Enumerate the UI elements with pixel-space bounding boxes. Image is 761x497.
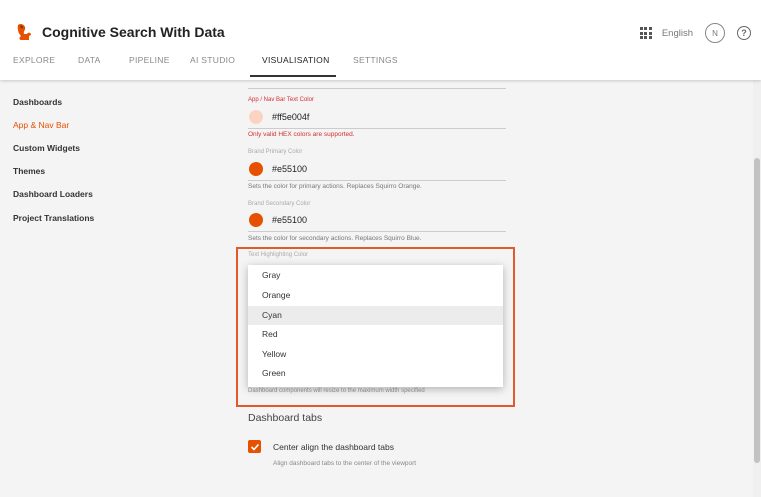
field-underline [248, 88, 506, 89]
settings-sidebar: Dashboards App & Nav Bar Custom Widgets … [0, 80, 235, 497]
center-tabs-helper: Align dashboard tabs to the center of th… [273, 460, 417, 467]
app-title: Cognitive Search With Data [42, 24, 225, 40]
active-tab-indicator [250, 75, 336, 77]
apps-grid-icon[interactable] [639, 27, 652, 39]
brand-primary-field[interactable]: #e55100 [248, 159, 506, 181]
tab-data[interactable]: DATA [78, 55, 101, 65]
width-helper: Dashboard components will resize to the … [248, 388, 425, 394]
color-swatch[interactable] [249, 110, 263, 124]
dashboard-tabs-heading: Dashboard tabs [248, 412, 323, 424]
checkmark-icon [250, 443, 259, 451]
nav-text-color-value[interactable]: #ff5e004f [272, 112, 309, 122]
top-bar: Cognitive Search With Data English N ? E… [0, 0, 761, 80]
brand-primary-helper: Sets the color for primary actions. Repl… [248, 183, 422, 190]
sidebar-item-custom-widgets[interactable]: Custom Widgets [13, 143, 80, 153]
sidebar-item-dashboard-loaders[interactable]: Dashboard Loaders [13, 189, 93, 199]
tab-visualisation[interactable]: VISUALISATION [262, 55, 330, 65]
center-tabs-label[interactable]: Center align the dashboard tabs [273, 442, 394, 452]
language-selector[interactable]: English [662, 28, 693, 39]
tab-pipeline[interactable]: PIPELINE [129, 55, 170, 65]
brand-secondary-helper: Sets the color for secondary actions. Re… [248, 235, 422, 242]
avatar[interactable]: N [705, 23, 725, 43]
help-icon[interactable]: ? [737, 26, 751, 40]
highlight-color-dropdown: Gray Orange Cyan Red Yellow Green [248, 265, 503, 387]
color-swatch[interactable] [249, 162, 263, 176]
dropdown-option-yellow[interactable]: Yellow [248, 345, 503, 365]
dropdown-option-green[interactable]: Green [248, 364, 503, 384]
brand-secondary-field[interactable]: #e55100 [248, 210, 506, 232]
brand-secondary-value[interactable]: #e55100 [272, 215, 307, 225]
text-highlighting-label: Text Highlighting Color [248, 252, 309, 258]
header-tools: English N ? [639, 22, 751, 44]
color-swatch[interactable] [249, 213, 263, 227]
page-scrollbar[interactable] [753, 80, 761, 497]
sidebar-item-app-nav-bar[interactable]: App & Nav Bar [13, 120, 69, 130]
squirrel-logo-icon[interactable] [14, 22, 34, 42]
tab-settings[interactable]: SETTINGS [353, 55, 398, 65]
nav-text-color-label: App / Nav Bar Text Color [248, 97, 314, 103]
brand-secondary-label: Brand Secondary Color [248, 201, 311, 207]
nav-text-color-field[interactable]: #ff5e004f [248, 107, 506, 129]
brand-primary-label: Brand Primary Color [248, 149, 303, 155]
tab-ai-studio[interactable]: AI STUDIO [190, 55, 235, 65]
scrollbar-thumb[interactable] [754, 158, 760, 463]
dropdown-option-orange[interactable]: Orange [248, 286, 503, 306]
dropdown-option-cyan[interactable]: Cyan [248, 305, 503, 325]
center-tabs-checkbox[interactable] [248, 440, 261, 453]
sidebar-item-themes[interactable]: Themes [13, 166, 45, 176]
sidebar-item-dashboards[interactable]: Dashboards [13, 97, 62, 107]
nav-text-color-error: Only valid HEX colors are supported. [248, 131, 355, 138]
brand-primary-value[interactable]: #e55100 [272, 164, 307, 174]
sidebar-item-project-translations[interactable]: Project Translations [13, 213, 94, 223]
tab-explore[interactable]: EXPLORE [13, 55, 55, 65]
dropdown-option-gray[interactable]: Gray [248, 266, 503, 286]
dropdown-option-red[interactable]: Red [248, 325, 503, 345]
